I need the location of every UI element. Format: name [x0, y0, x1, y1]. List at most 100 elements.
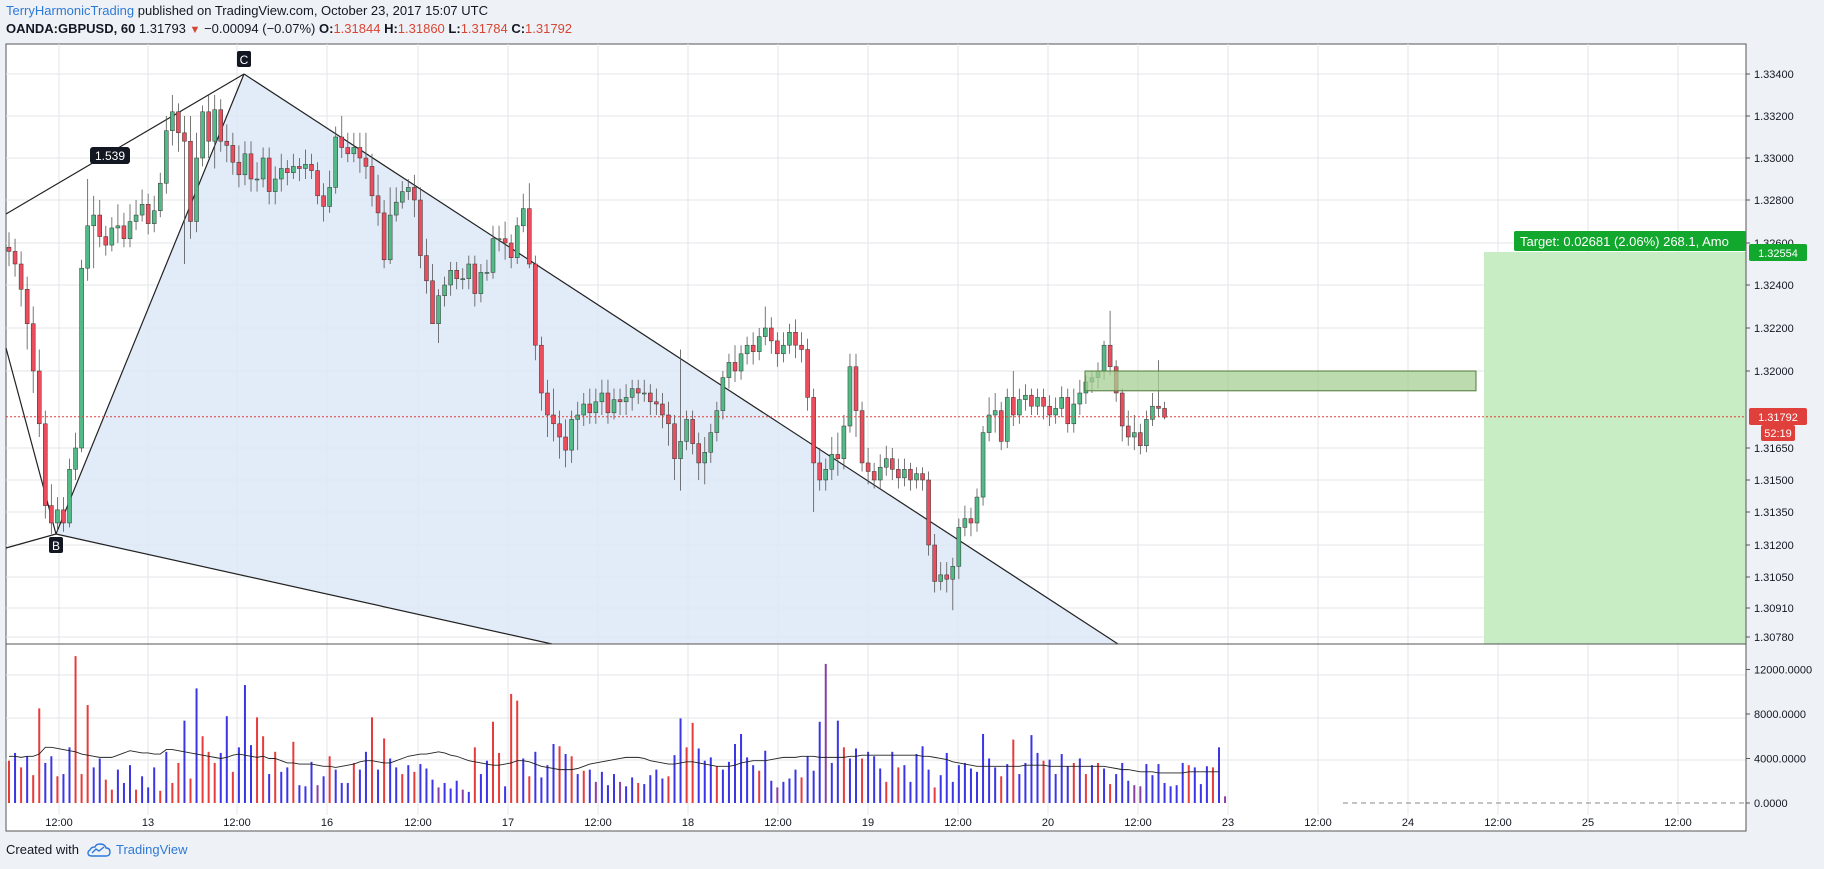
volume-bar	[982, 734, 985, 803]
candle-body	[291, 166, 296, 173]
target-price-badge: 1.32554	[1758, 248, 1798, 260]
volume-bar	[334, 769, 337, 803]
volume-bar	[631, 777, 634, 803]
candle-body	[12, 251, 18, 265]
price-tick-label: 1.30910	[1754, 603, 1794, 615]
volume-bar	[927, 769, 930, 803]
candle-body	[109, 227, 115, 246]
volume-bar	[32, 775, 35, 803]
volume-bar	[1000, 776, 1003, 803]
candle-body	[37, 370, 42, 425]
candle-body	[563, 436, 568, 451]
candle-body	[79, 267, 84, 449]
candle-body	[926, 479, 931, 546]
candle-body	[55, 509, 60, 524]
candle-body	[539, 344, 544, 394]
volume-tick-label: 8000.0000	[1754, 709, 1806, 721]
volume-bar	[280, 771, 283, 803]
volume-bar	[516, 700, 519, 803]
resistance-zone[interactable]	[1084, 370, 1477, 392]
volume-bar	[122, 782, 125, 803]
volume-bar	[1103, 768, 1106, 803]
volume-bar	[915, 754, 918, 803]
candle-body	[242, 153, 248, 176]
candle-body	[648, 392, 653, 403]
volume-bar	[304, 786, 307, 803]
volume-bar	[976, 771, 978, 803]
volume-bar	[867, 751, 870, 803]
volume-bar	[861, 758, 864, 803]
candle-body	[1144, 419, 1149, 447]
tradingview-label: TradingView	[115, 842, 188, 857]
footer: Created with TradingView	[6, 842, 188, 857]
candle-body	[1005, 397, 1010, 442]
volume-bar	[600, 771, 603, 803]
candle-body	[708, 432, 714, 453]
price-tick-label: 1.33000	[1754, 153, 1794, 165]
candle	[200, 105, 205, 167]
candle-body	[254, 178, 260, 181]
tradingview-link[interactable]: TradingView	[87, 842, 188, 857]
volume-bar	[564, 754, 567, 803]
candle-body	[103, 236, 109, 246]
volume-bar	[1018, 774, 1021, 803]
candle-body	[908, 469, 913, 481]
price-axis[interactable]: 1.334001.332001.330001.328001.326001.324…	[1746, 69, 1794, 644]
volume-bar	[800, 777, 803, 803]
candle-body	[285, 168, 290, 173]
candle-body	[738, 353, 744, 372]
price-chart[interactable]: 1.539 C B 1.33400 1.33200 1.33000 1.32800 1.…	[0, 0, 1824, 869]
candle-body	[260, 157, 266, 180]
volume-bar	[994, 767, 997, 803]
volume-bar	[661, 778, 664, 803]
volume-bar	[558, 746, 561, 803]
volume-bar	[1115, 774, 1118, 803]
volume-bar	[582, 770, 585, 803]
volume-bar	[752, 765, 755, 803]
candle-body	[339, 136, 344, 148]
candle-body	[533, 263, 538, 346]
target-badge: Target: 0.02681 (2.06%) 268.1, Amo	[1514, 231, 1746, 251]
countdown-badge: 52:19	[1764, 428, 1792, 440]
price-tick-label: 1.32800	[1754, 195, 1794, 207]
candle-body	[49, 505, 54, 524]
volume-bar	[897, 767, 900, 803]
volume-bar	[389, 758, 392, 803]
volume-bar	[274, 751, 277, 803]
candle-body	[1035, 397, 1040, 407]
candle-body	[702, 452, 707, 464]
candle-body	[890, 458, 895, 470]
volume-bar	[619, 781, 622, 803]
candle-body	[508, 242, 514, 258]
candle-body	[787, 332, 792, 346]
volume-bar	[812, 770, 815, 803]
volume-bar	[921, 746, 924, 803]
volume-bar	[1163, 782, 1166, 803]
candle-body	[593, 401, 599, 414]
candle-body	[1047, 405, 1052, 416]
volume-bar	[951, 781, 954, 803]
price-tick-label: 1.33400	[1754, 69, 1794, 81]
candle-body	[442, 284, 447, 296]
volume-tick-label: 4000.0000	[1754, 753, 1806, 765]
candle-body	[569, 419, 574, 451]
volume-bar	[135, 789, 138, 803]
volume-bar	[262, 736, 265, 803]
candle-body	[672, 423, 677, 459]
candle-body	[369, 166, 375, 197]
candle-body	[980, 432, 986, 498]
candle-body	[1162, 408, 1167, 418]
candle	[1005, 388, 1010, 448]
volume-bar	[68, 747, 71, 803]
volume-bar	[207, 751, 210, 803]
volume-bar	[679, 718, 682, 803]
candle-body	[194, 157, 199, 222]
time-tick-label: 25	[1582, 817, 1594, 829]
time-tick-label: 17	[502, 817, 514, 829]
volume-bar	[588, 769, 591, 803]
candle-body	[145, 204, 151, 224]
volume-bar	[8, 760, 10, 803]
volume-bar	[727, 761, 730, 803]
candle-body	[817, 462, 822, 481]
volume-bar	[98, 758, 101, 803]
